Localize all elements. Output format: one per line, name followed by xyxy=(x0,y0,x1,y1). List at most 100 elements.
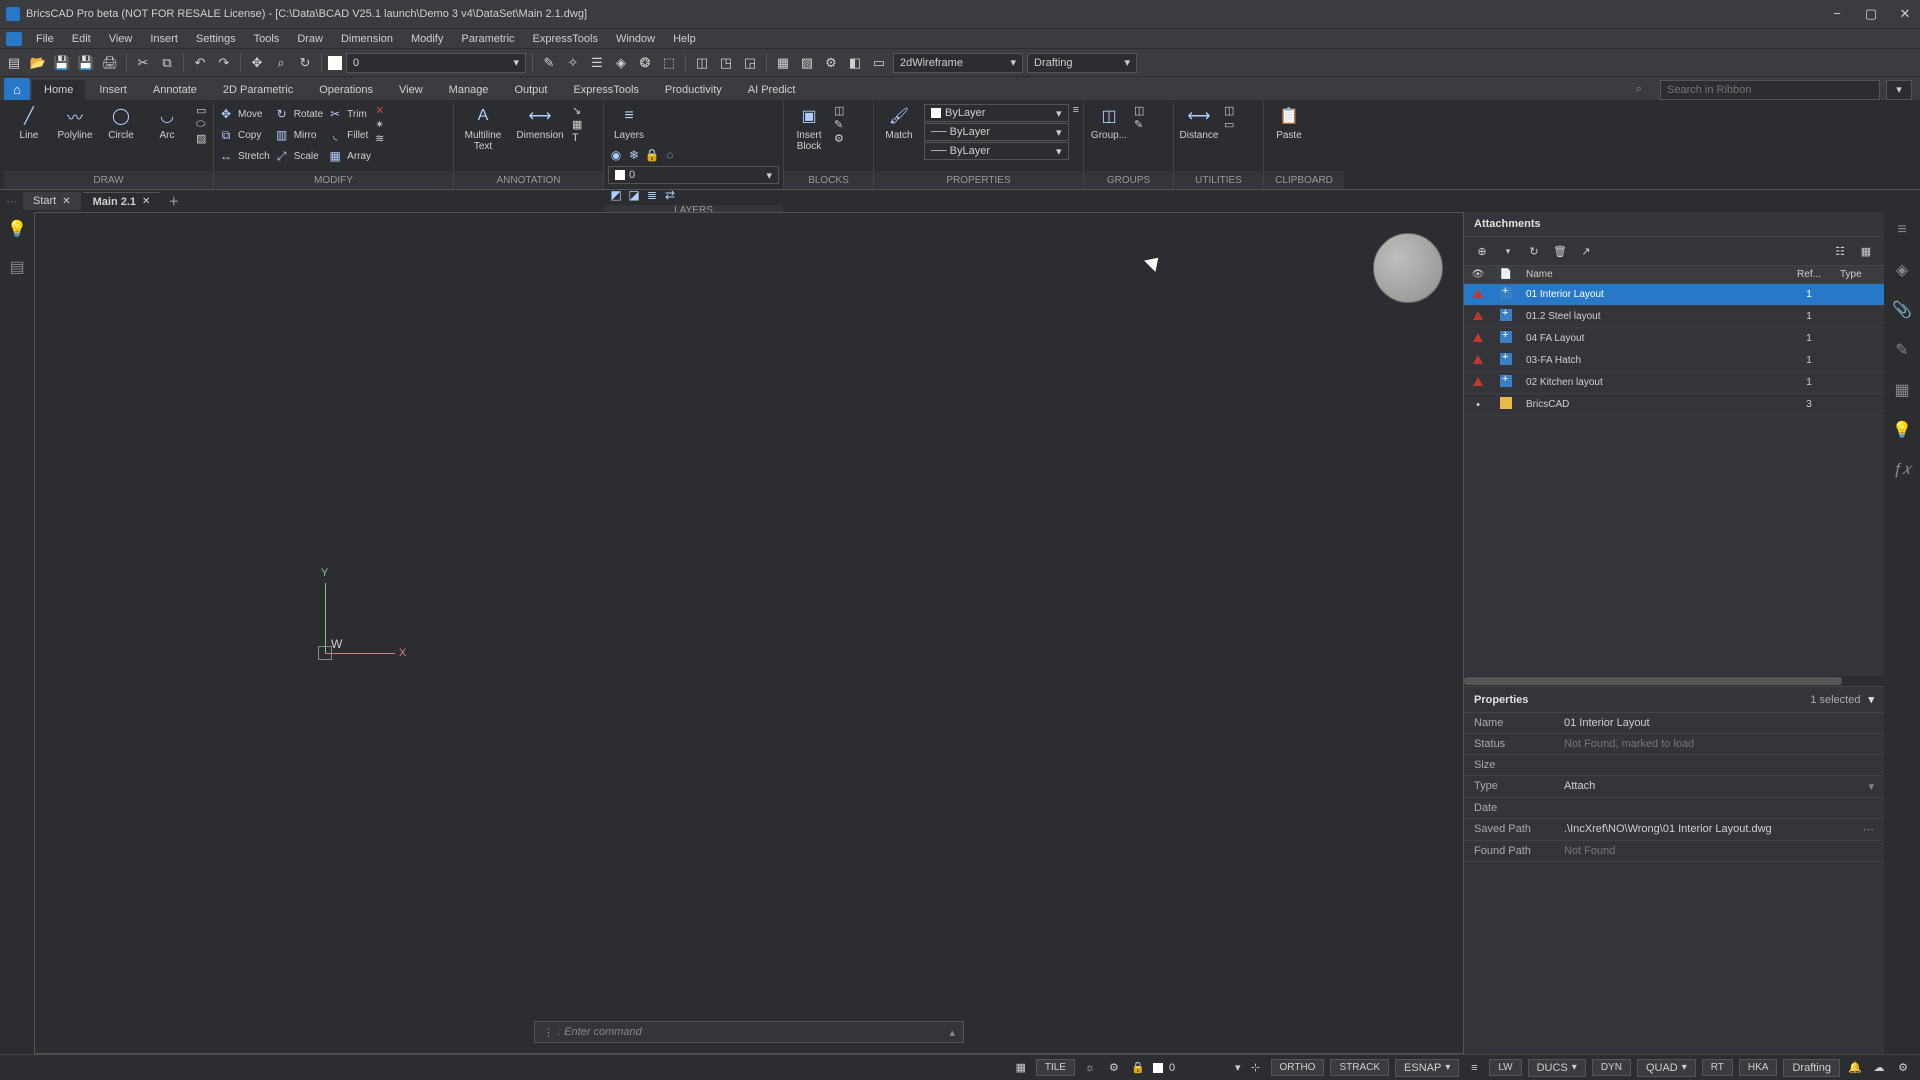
attachment-row[interactable]: • BricsCAD 3 xyxy=(1464,394,1884,416)
col-ref[interactable]: Ref... xyxy=(1784,266,1834,283)
attach-add-icon[interactable]: ⊕ xyxy=(1474,243,1490,259)
color-combo[interactable]: 0▾ xyxy=(346,53,526,73)
menu-dimension[interactable]: Dimension xyxy=(333,31,401,47)
color-swatch[interactable] xyxy=(328,56,342,70)
menu-draw[interactable]: Draw xyxy=(289,31,331,47)
mirror-button[interactable]: ▥Mirro xyxy=(274,125,323,145)
tab-2dparametric[interactable]: 2D Parametric xyxy=(211,80,305,100)
regen-icon[interactable]: ↻ xyxy=(295,53,315,73)
view-cube[interactable] xyxy=(1373,233,1443,303)
chevron-down-icon[interactable]: ▾ xyxy=(1868,693,1874,706)
table-icon[interactable]: ▦ xyxy=(572,118,582,131)
tab-aipredict[interactable]: AI Predict xyxy=(736,80,808,100)
attachment-row[interactable]: 03-FA Hatch 1 xyxy=(1464,350,1884,372)
lw-toggle[interactable]: LW xyxy=(1489,1059,1521,1076)
line-button[interactable]: ╱Line xyxy=(8,104,50,141)
zoom-icon[interactable]: ⌕ xyxy=(271,53,291,73)
ribbon-search-input[interactable] xyxy=(1660,80,1880,100)
layer-uniso-icon[interactable]: ◪ xyxy=(626,187,642,203)
leader-icon[interactable]: ↘ xyxy=(572,104,582,117)
tab-annotate[interactable]: Annotate xyxy=(141,80,209,100)
menu-file[interactable]: File xyxy=(28,31,62,47)
view-icon[interactable]: ▨ xyxy=(797,53,817,73)
snap-icon[interactable]: ⊹ xyxy=(1247,1059,1265,1077)
blocks-panel-icon[interactable]: ▦ xyxy=(1890,378,1914,402)
redo-icon[interactable]: ↷ xyxy=(214,53,234,73)
esnap-toggle[interactable]: ESNAP ▾ xyxy=(1395,1059,1459,1077)
view-icon[interactable]: ◫ xyxy=(692,53,712,73)
minimize-button[interactable]: − xyxy=(1828,6,1846,22)
ortho-toggle[interactable]: ORTHO xyxy=(1271,1059,1325,1076)
ellipse-icon[interactable]: ⬭ xyxy=(196,118,206,131)
menu-window[interactable]: Window xyxy=(608,31,663,47)
chevron-down-icon[interactable]: ▾ xyxy=(1235,1061,1241,1074)
refresh-icon[interactable]: ↻ xyxy=(1526,243,1542,259)
block-create-icon[interactable]: ◫ xyxy=(834,104,844,117)
tab-productivity[interactable]: Productivity xyxy=(653,80,734,100)
browse-button[interactable]: ⋯ xyxy=(1863,823,1874,836)
menu-expresstools[interactable]: ExpressTools xyxy=(525,31,606,47)
view-icon[interactable]: ◧ xyxy=(845,53,865,73)
pan-icon[interactable]: ✥ xyxy=(247,53,267,73)
layer-lock-icon[interactable]: 🔒 xyxy=(644,147,660,163)
view-icon[interactable]: ◳ xyxy=(716,53,736,73)
tab-insert[interactable]: Insert xyxy=(87,80,139,100)
undo-icon[interactable]: ↶ xyxy=(190,53,210,73)
status-color[interactable] xyxy=(1153,1063,1163,1073)
close-icon[interactable]: ✕ xyxy=(62,196,70,207)
print-icon[interactable]: 🖨 xyxy=(100,53,120,73)
attachment-row[interactable]: 04 FA Layout 1 xyxy=(1464,328,1884,350)
tool-icon[interactable]: ❂ xyxy=(635,53,655,73)
doc-tab-start[interactable]: Start✕ xyxy=(23,192,81,210)
tab-view[interactable]: View xyxy=(387,80,435,100)
measure-icon[interactable]: ◫ xyxy=(1224,104,1234,117)
open-external-icon[interactable]: ↗ xyxy=(1578,243,1594,259)
command-line-input[interactable]: ⋮ : Enter command ▴ xyxy=(534,1021,964,1043)
offset-icon[interactable]: ≋ xyxy=(375,132,384,145)
rect-icon[interactable]: ▭ xyxy=(196,104,206,117)
grid-icon[interactable]: ▦ xyxy=(1012,1059,1030,1077)
tool-icon[interactable]: ✧ xyxy=(563,53,583,73)
layer-freeze-icon[interactable]: ❄ xyxy=(626,147,642,163)
menu-edit[interactable]: Edit xyxy=(64,31,99,47)
polyline-button[interactable]: 〰Polyline xyxy=(54,104,96,141)
lightbulb-icon[interactable]: 💡 xyxy=(6,218,28,240)
prop-value[interactable]: 01 Interior Layout xyxy=(1564,717,1874,729)
lineweight-combo[interactable]: ── ByLayer▾ xyxy=(924,142,1069,160)
color-bylayer-combo[interactable]: ByLayer▾ xyxy=(924,104,1069,122)
tab-expresstools[interactable]: ExpressTools xyxy=(561,80,650,100)
model-viewport[interactable]: W Y X ⋮ : Enter command ▴ Model Kitch 4 … xyxy=(34,212,1464,1054)
layer-on-icon[interactable]: ◉ xyxy=(608,147,624,163)
app-home-button[interactable]: ⌂ xyxy=(4,78,30,100)
view-icon[interactable]: ▦ xyxy=(773,53,793,73)
scale-button[interactable]: ⤢Scale xyxy=(274,146,323,166)
menu-view[interactable]: View xyxy=(101,31,141,47)
prop-value[interactable]: Attach xyxy=(1564,780,1868,793)
col-icon[interactable]: 📄 xyxy=(1492,266,1520,283)
quad-toggle[interactable]: QUAD ▾ xyxy=(1637,1059,1696,1077)
sun-icon[interactable]: ☼ xyxy=(1081,1059,1099,1077)
tool-icon[interactable]: ☰ xyxy=(587,53,607,73)
tool-icon[interactable]: ◈ xyxy=(611,53,631,73)
tool-icon[interactable]: ⬚ xyxy=(659,53,679,73)
menu-tools[interactable]: Tools xyxy=(246,31,288,47)
cut-icon[interactable]: ✂ xyxy=(133,53,153,73)
tree-view-icon[interactable]: ☷ xyxy=(1832,243,1848,259)
menu-insert[interactable]: Insert xyxy=(142,31,186,47)
col-type[interactable]: Type xyxy=(1834,266,1884,283)
panel-toggle-icon[interactable]: ≡ xyxy=(1890,218,1914,242)
dyn-toggle[interactable]: DYN xyxy=(1592,1059,1631,1076)
stretch-button[interactable]: ↔Stretch xyxy=(218,146,270,166)
fillet-button[interactable]: ◟Fillet xyxy=(327,125,371,145)
expand-ribbon-button[interactable]: ▾ xyxy=(1886,80,1912,100)
gear-icon[interactable]: ⚙ xyxy=(1105,1059,1123,1077)
match-button[interactable]: 🖌Match xyxy=(878,104,920,141)
settings-icon[interactable]: ⚙ xyxy=(1894,1059,1912,1077)
open-icon[interactable]: 📂 xyxy=(28,53,48,73)
layer-combo[interactable]: 0▾ xyxy=(608,166,779,184)
dimension-button[interactable]: ⟷Dimension xyxy=(512,104,568,141)
select-icon[interactable]: ▭ xyxy=(1224,118,1234,131)
erase-icon[interactable]: ✕ xyxy=(375,104,384,117)
chevron-down-icon[interactable]: ▾ xyxy=(1868,780,1874,793)
rotate-button[interactable]: ↻Rotate xyxy=(274,104,323,124)
